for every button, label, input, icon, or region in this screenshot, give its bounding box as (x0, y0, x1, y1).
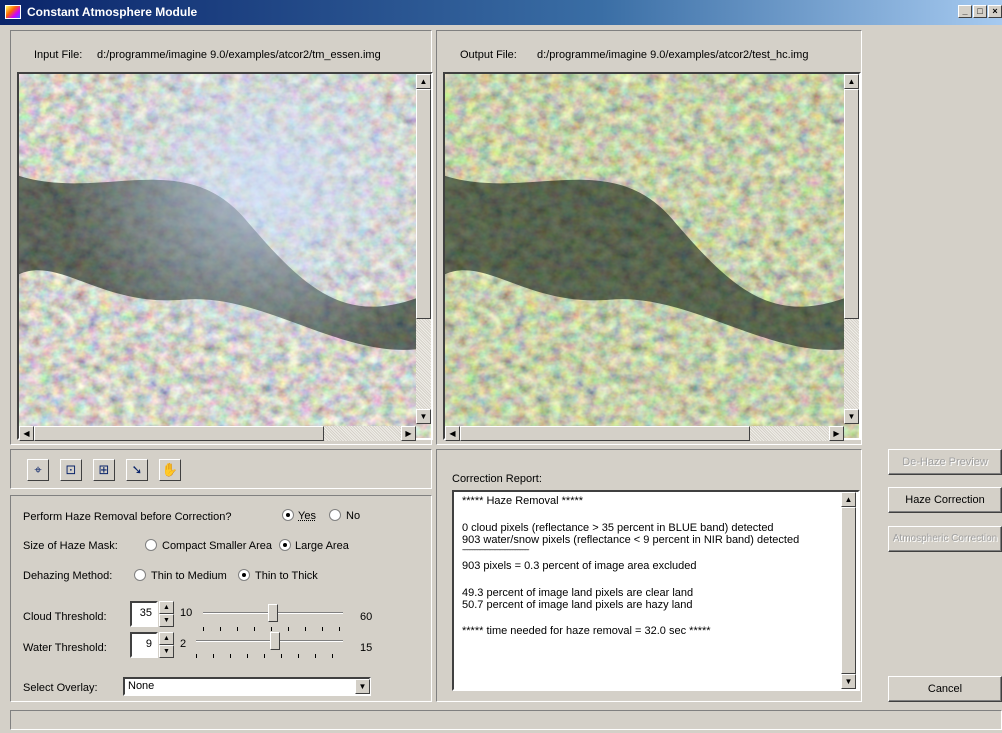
atmospheric-correction-button[interactable]: Atmospheric Correction (888, 526, 1002, 552)
report-line: 903 pixels = 0.3 percent of image area e… (462, 560, 697, 572)
app-logo-icon (5, 5, 21, 19)
atmospheric-correction-label: Atmospheric Correction (892, 533, 998, 544)
arrow-pointer-icon[interactable]: ➘ (126, 459, 148, 481)
cloud-threshold-max: 60 (360, 611, 373, 623)
input-vscroll-thumb[interactable] (416, 89, 431, 319)
output-satellite-image (445, 74, 859, 438)
correction-report-label: Correction Report: (452, 473, 542, 485)
output-vscroll-thumb[interactable] (844, 89, 859, 319)
haze-mask-compact-radio[interactable] (145, 539, 157, 551)
water-threshold-stepper[interactable]: ▲ ▼ (159, 632, 174, 658)
cloud-threshold-input[interactable]: 35 (130, 601, 158, 627)
haze-removal-yes-label[interactable]: Yes (298, 510, 316, 522)
report-vscroll-thumb[interactable] (841, 507, 856, 674)
close-button[interactable]: × (988, 5, 1002, 18)
output-image-view[interactable] (443, 72, 861, 440)
scroll-down-icon[interactable]: ▼ (844, 409, 859, 424)
zoom-out-icon[interactable]: ⊞ (93, 459, 115, 481)
minimize-button[interactable]: _ (958, 5, 972, 18)
input-hscroll-thumb[interactable] (34, 426, 324, 441)
decrement-icon[interactable]: ▼ (159, 645, 174, 658)
dehaze-preview-button[interactable]: De-Haze Preview (888, 449, 1002, 475)
output-file-path: d:/programme/imagine 9.0/examples/atcor2… (537, 49, 809, 61)
dehazing-thin-medium-label[interactable]: Thin to Medium (151, 570, 227, 582)
input-image-view[interactable] (17, 72, 433, 440)
scroll-left-icon[interactable]: ◀ (19, 426, 34, 441)
decrement-icon[interactable]: ▼ (159, 614, 174, 627)
input-file-label: Input File: (34, 49, 83, 61)
haze-removal-yes-radio[interactable] (282, 509, 294, 521)
scroll-up-icon[interactable]: ▲ (844, 74, 859, 89)
report-line: ***** time needed for haze removal = 32.… (462, 625, 711, 637)
dehazing-thin-thick-radio[interactable] (238, 569, 250, 581)
correction-report-textarea[interactable]: ***** Haze Removal ***** 0 cloud pixels … (452, 490, 860, 691)
haze-mask-large-radio[interactable] (279, 539, 291, 551)
cloud-threshold-stepper[interactable]: ▲ ▼ (159, 601, 174, 627)
window-title: Constant Atmosphere Module (27, 5, 198, 19)
chevron-down-icon[interactable]: ▼ (355, 679, 370, 694)
dehaze-preview-label: De-Haze Preview (902, 456, 988, 468)
haze-mask-large-label[interactable]: Large Area (295, 540, 349, 552)
output-vertical-scrollbar[interactable]: ▲ ▼ (844, 74, 859, 424)
cloud-threshold-slider-thumb[interactable] (268, 604, 278, 622)
report-separator: ---------------------------------------- (462, 545, 530, 554)
title-bar: Constant Atmosphere Module _ □ × (0, 0, 1002, 25)
scroll-right-icon[interactable]: ▶ (401, 426, 416, 441)
cloud-threshold-min: 10 (180, 607, 193, 619)
report-line: 49.3 percent of image land pixels are cl… (462, 587, 694, 599)
cancel-button[interactable]: Cancel (888, 676, 1002, 702)
report-vertical-scrollbar[interactable]: ▲ ▼ (841, 492, 856, 689)
haze-mask-label: Size of Haze Mask: (23, 540, 118, 552)
zoom-fit-icon[interactable]: ⊡ (60, 459, 82, 481)
scroll-down-icon[interactable]: ▼ (416, 409, 431, 424)
scroll-up-icon[interactable]: ▲ (416, 74, 431, 89)
settings-panel (10, 495, 432, 702)
overlay-selected-value: None (128, 680, 155, 692)
output-horizontal-scrollbar[interactable]: ◀ ▶ (445, 426, 844, 441)
overlay-select[interactable]: None ▼ (123, 677, 371, 696)
scroll-right-icon[interactable]: ▶ (829, 426, 844, 441)
status-bar (10, 710, 1002, 730)
water-threshold-min: 2 (180, 638, 187, 650)
increment-icon[interactable]: ▲ (159, 632, 174, 645)
output-hscroll-thumb[interactable] (460, 426, 750, 441)
water-threshold-max: 15 (360, 642, 373, 654)
cloud-threshold-ticks (203, 627, 343, 631)
scroll-left-icon[interactable]: ◀ (445, 426, 460, 441)
dehazing-thin-medium-radio[interactable] (134, 569, 146, 581)
increment-icon[interactable]: ▲ (159, 601, 174, 614)
water-threshold-slider-thumb[interactable] (270, 632, 281, 650)
water-threshold-ticks (196, 654, 343, 658)
water-threshold-input[interactable]: 9 (130, 632, 158, 658)
input-horizontal-scrollbar[interactable]: ◀ ▶ (19, 426, 416, 441)
water-threshold-label: Water Threshold: (23, 642, 107, 654)
dehazing-thin-thick-label[interactable]: Thin to Thick (255, 570, 318, 582)
haze-removal-no-radio[interactable] (329, 509, 341, 521)
report-line: 0 cloud pixels (reflectance > 35 percent… (462, 522, 774, 534)
zoom-in-icon[interactable]: ⌖ (27, 459, 49, 481)
select-overlay-label: Select Overlay: (23, 682, 98, 694)
output-file-label: Output File: (460, 49, 517, 61)
maximize-button[interactable]: □ (973, 5, 987, 18)
input-vertical-scrollbar[interactable]: ▲ ▼ (416, 74, 431, 424)
input-satellite-image (19, 74, 431, 438)
haze-removal-no-label[interactable]: No (346, 510, 360, 522)
scroll-up-icon[interactable]: ▲ (841, 492, 856, 507)
haze-correction-button[interactable]: Haze Correction (888, 487, 1002, 513)
report-line: ***** Haze Removal ***** (462, 495, 584, 507)
cloud-threshold-label: Cloud Threshold: (23, 611, 107, 623)
haze-mask-compact-label[interactable]: Compact Smaller Area (162, 540, 272, 552)
input-file-path: d:/programme/imagine 9.0/examples/atcor2… (97, 49, 381, 61)
report-line: 50.7 percent of image land pixels are ha… (462, 599, 693, 611)
scroll-down-icon[interactable]: ▼ (841, 674, 856, 689)
dehazing-method-label: Dehazing Method: (23, 570, 113, 582)
hand-pan-icon[interactable]: ✋ (159, 459, 181, 481)
haze-removal-label: Perform Haze Removal before Correction? (23, 511, 232, 523)
